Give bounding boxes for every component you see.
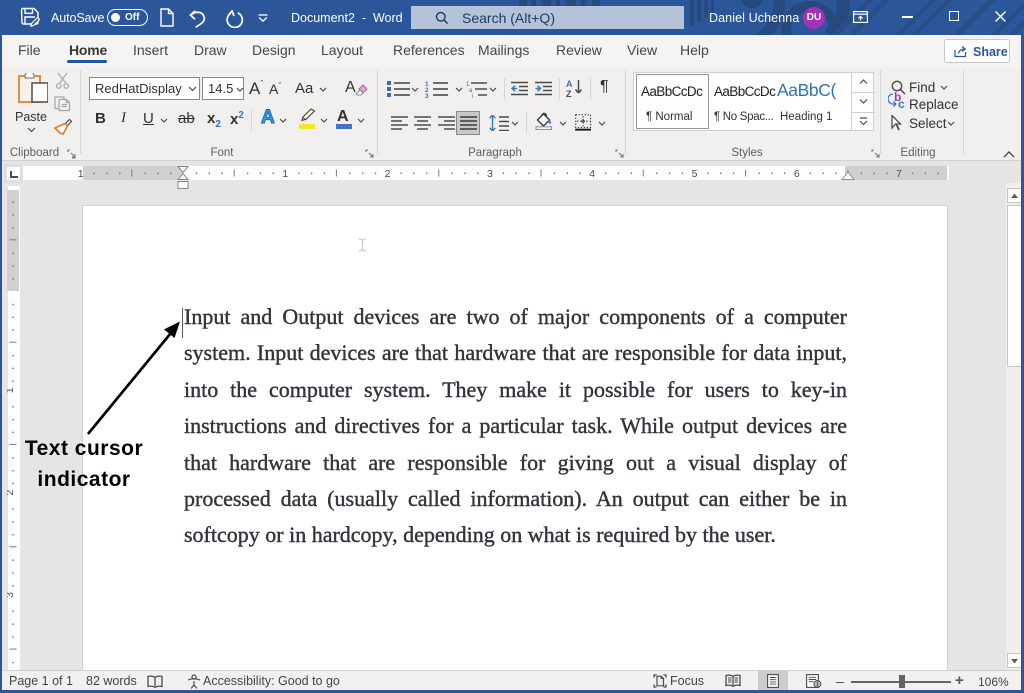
svg-text:1: 1 bbox=[7, 387, 16, 393]
svg-text:3: 3 bbox=[425, 93, 429, 98]
svg-text:3: 3 bbox=[487, 168, 493, 180]
svg-text:5: 5 bbox=[692, 168, 698, 180]
svg-text:A: A bbox=[566, 79, 573, 89]
svg-text:1: 1 bbox=[282, 168, 288, 180]
svg-text:6: 6 bbox=[794, 168, 800, 180]
svg-text:7: 7 bbox=[896, 168, 902, 180]
svg-text:2: 2 bbox=[385, 168, 391, 180]
svg-text:Z: Z bbox=[566, 89, 572, 98]
svg-text:1: 1 bbox=[78, 168, 84, 180]
svg-text:4: 4 bbox=[589, 168, 595, 180]
svg-text:3: 3 bbox=[7, 592, 16, 598]
svg-text:i: i bbox=[472, 94, 473, 98]
